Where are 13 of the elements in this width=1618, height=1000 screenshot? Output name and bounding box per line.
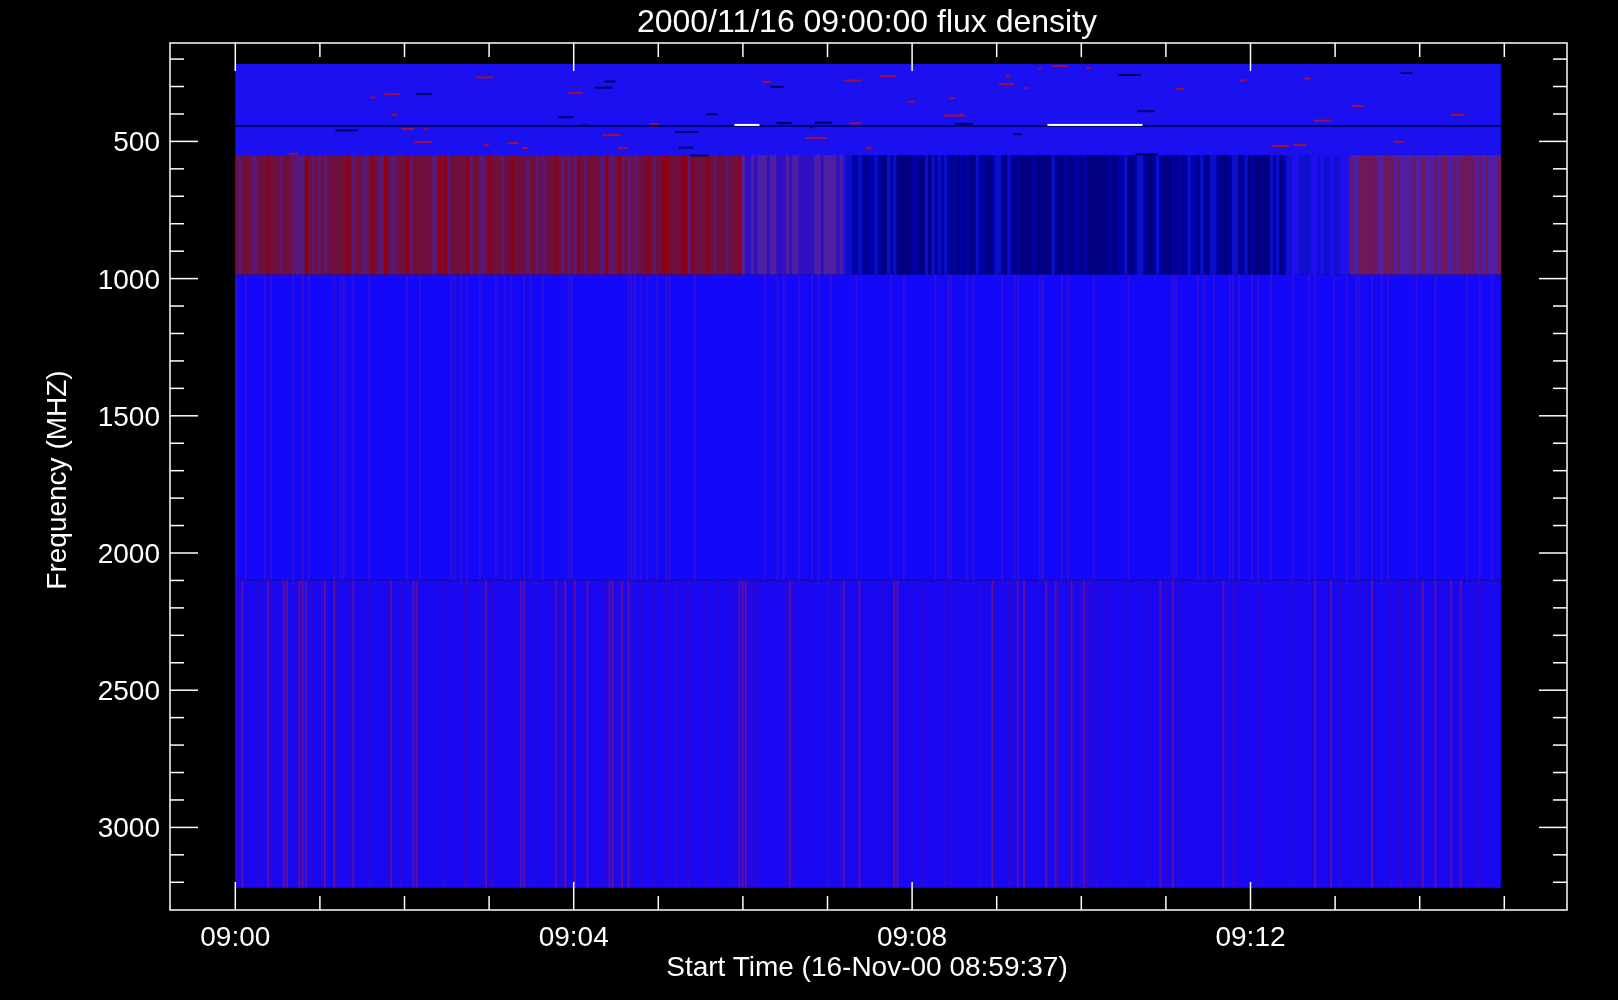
tick-label: 09:08 [877, 921, 948, 952]
tick-label: 09:12 [1215, 921, 1286, 952]
axis-label: Start Time (16-Nov-00 08:59:37) [666, 951, 1068, 982]
tick-label: 2500 [97, 675, 160, 707]
tick-label: 09:04 [538, 921, 609, 952]
tick-label: 09:00 [200, 921, 271, 952]
tick-label: 2000 [97, 538, 160, 569]
tick-label: 500 [113, 126, 160, 158]
tick-label: 1500 [97, 400, 160, 432]
axis-label: Frequency (MHZ) [41, 370, 72, 590]
chart-title: 2000/11/16 09:00:00 flux density [636, 3, 1098, 39]
tick-label: 1000 [97, 263, 160, 295]
tick-label: 3000 [97, 812, 160, 844]
